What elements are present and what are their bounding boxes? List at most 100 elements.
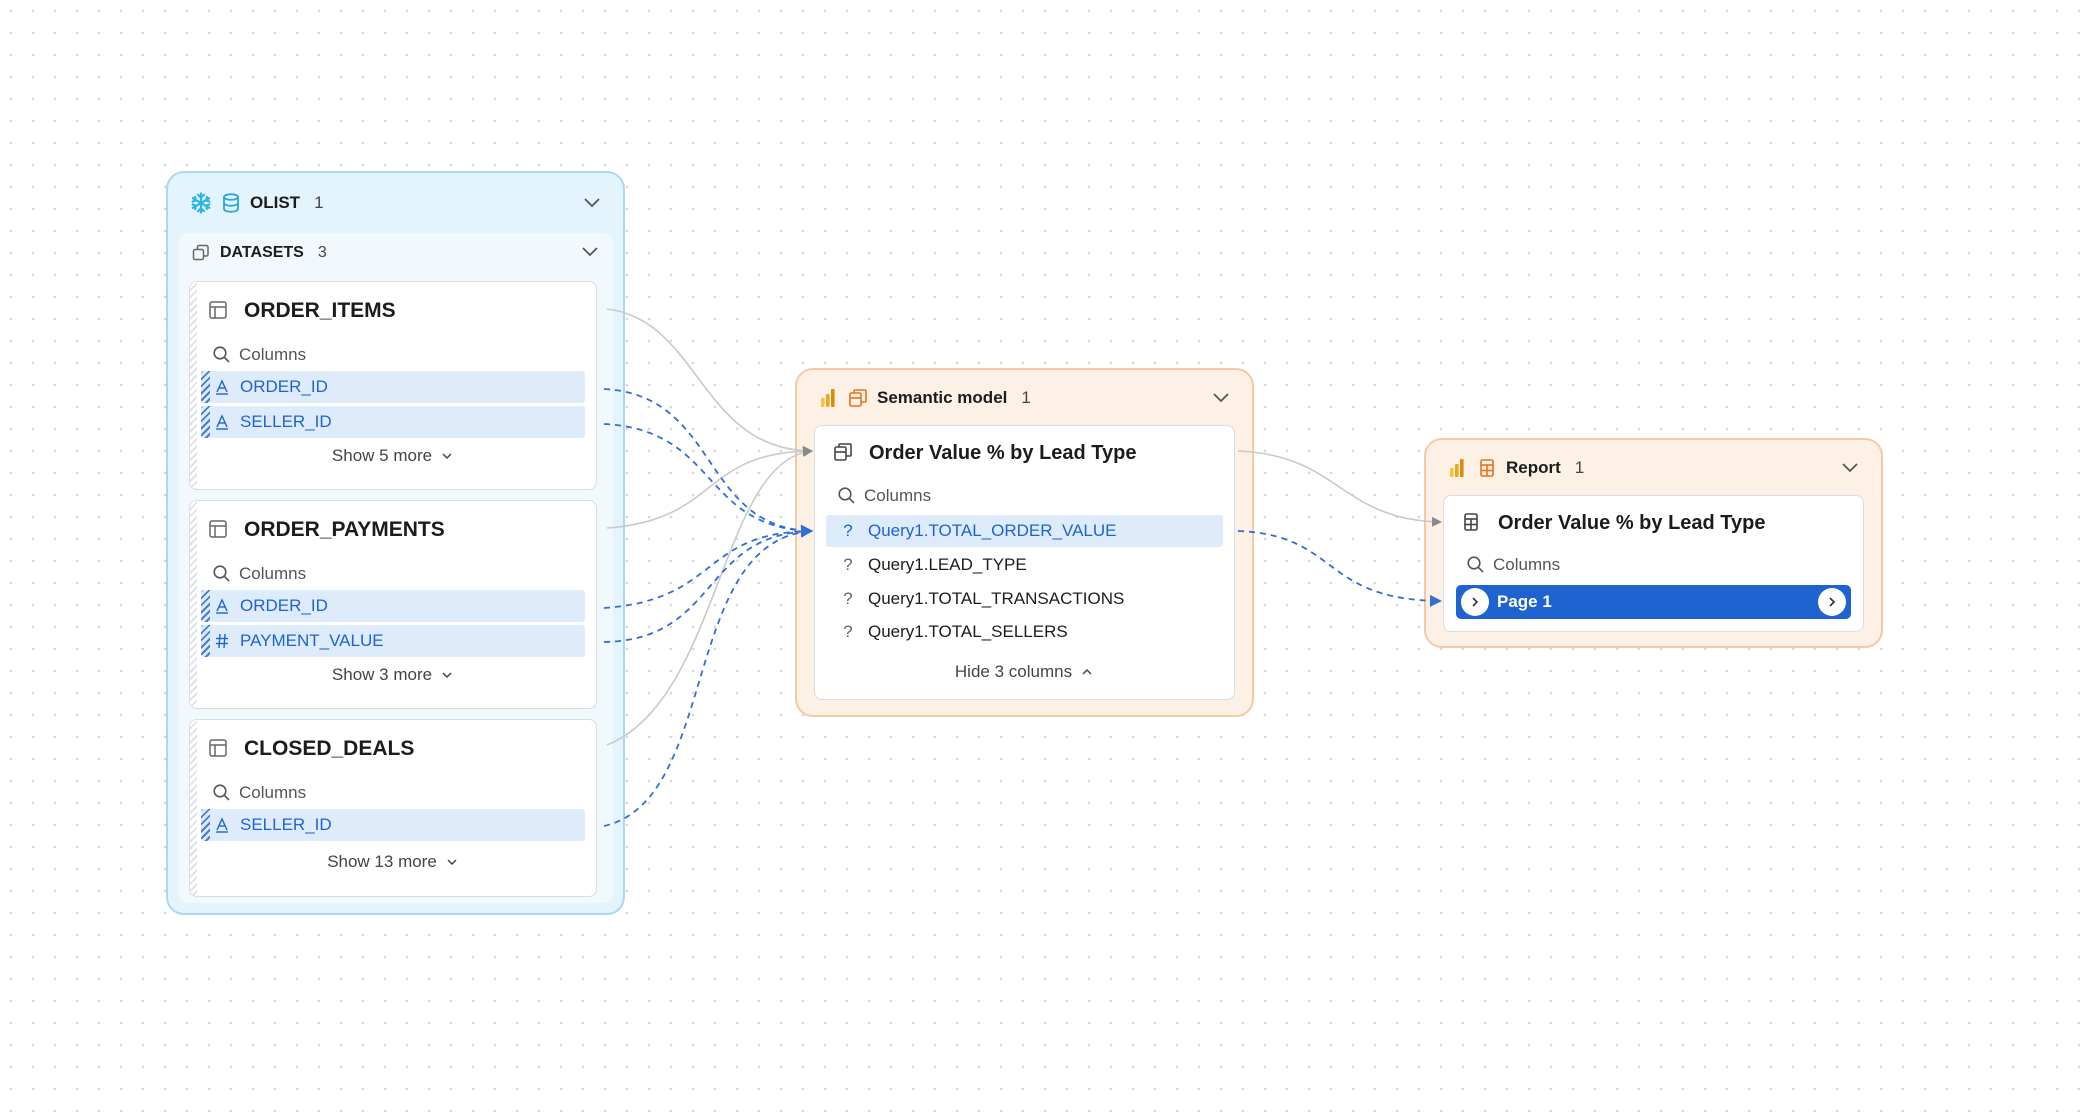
lineage-canvas[interactable]: OLIST 1 DATASETS 3 ORDER_ITEMS Columns O… [0, 0, 2084, 1117]
search-icon [212, 345, 232, 365]
unknown-type-icon: ? [843, 555, 853, 574]
edge-order-payments-to-semantic-model [606, 446, 813, 529]
edge-order-items-to-semantic-model [606, 308, 813, 456]
unknown-type-icon: ? [843, 521, 853, 540]
field-row-lead-type[interactable]: ? Query1.LEAD_TYPE [826, 549, 1223, 581]
database-icon [220, 192, 242, 214]
dataset-card-order-payments[interactable]: ORDER_PAYMENTS Columns ORDER_ID PAYMENT_… [189, 500, 597, 709]
semantic-model-title: Order Value % by Lead Type [833, 436, 1216, 470]
olist-group-header[interactable]: OLIST 1 [190, 187, 601, 219]
source-count: 1 [314, 193, 324, 212]
dataset-title: ORDER_PAYMENTS [208, 513, 578, 547]
dataset-card-order-items[interactable]: ORDER_ITEMS Columns ORDER_ID SELLER_ID S… [189, 281, 597, 490]
semantic-model-group[interactable]: Semantic model 1 Order Value % by Lead T… [795, 368, 1254, 717]
field-row-total-sellers[interactable]: ? Query1.TOTAL_SELLERS [826, 616, 1223, 648]
chevron-down-icon[interactable] [583, 193, 601, 213]
page-label: Page 1 [1497, 592, 1552, 611]
lineage-marker [201, 625, 210, 657]
dataset-title: CLOSED_DEALS [208, 732, 578, 766]
edge-payment-value-to-total-order-value [603, 525, 813, 643]
chevron-up-icon [1080, 667, 1094, 677]
column-row-seller-id[interactable]: SELLER_ID [201, 809, 585, 841]
column-row-order-id[interactable]: ORDER_ID [201, 590, 585, 622]
chevron-down-icon [440, 670, 454, 680]
chevron-down-icon[interactable] [1841, 458, 1859, 478]
lineage-marker [201, 406, 210, 438]
report-header[interactable]: Report 1 [1446, 452, 1859, 484]
column-search[interactable]: Columns [212, 779, 306, 807]
unknown-type-icon: ? [843, 589, 853, 608]
edge-semantic-model-to-report [1237, 450, 1442, 527]
search-icon [212, 564, 232, 584]
semantic-model-icon [833, 442, 855, 464]
report-card[interactable]: Order Value % by Lead Type Columns Page … [1443, 495, 1864, 632]
search-icon [1466, 555, 1486, 575]
chevron-down-icon [440, 451, 454, 461]
chevron-right-icon[interactable] [1818, 588, 1846, 616]
search-icon [837, 486, 857, 506]
column-search-placeholder: Columns [239, 345, 307, 364]
unknown-type-icon: ? [843, 622, 853, 641]
text-type-icon [214, 379, 230, 395]
column-search-placeholder: Columns [864, 486, 932, 505]
powerbi-icon [1446, 457, 1468, 479]
report-icon [1476, 457, 1498, 479]
hide-columns-button[interactable]: Hide 3 columns [815, 658, 1234, 686]
olist-source-group[interactable]: OLIST 1 DATASETS 3 ORDER_ITEMS Columns O… [166, 171, 625, 915]
table-icon [208, 300, 230, 322]
chevron-down-icon[interactable] [1212, 388, 1230, 408]
edge-payments-order-id-to-total-order-value [603, 525, 813, 609]
table-icon [208, 738, 230, 760]
semantic-model-header[interactable]: Semantic model 1 [817, 382, 1230, 414]
lineage-marker [201, 371, 210, 403]
datasets-stack-icon [190, 242, 212, 264]
column-search[interactable]: Columns [212, 341, 306, 369]
dataset-card-closed-deals[interactable]: CLOSED_DEALS Columns SELLER_ID Show 13 m… [189, 719, 597, 897]
chevron-down-icon [445, 857, 459, 867]
snowflake-icon [190, 192, 212, 214]
semantic-model-card[interactable]: Order Value % by Lead Type Columns ? Que… [814, 425, 1235, 700]
chevron-down-icon[interactable] [581, 244, 599, 262]
datasets-section: DATASETS 3 ORDER_ITEMS Columns ORDER_ID … [178, 233, 613, 903]
edge-closed-deals-seller-id-to-total-order-value [603, 525, 813, 827]
report-label: Report [1506, 458, 1561, 477]
show-more-button[interactable]: Show 13 more [190, 848, 596, 876]
edge-order-id-to-total-order-value [603, 388, 813, 537]
datasets-count: 3 [317, 244, 327, 261]
powerbi-icon [817, 387, 839, 409]
number-type-icon [214, 633, 230, 649]
text-type-icon [214, 598, 230, 614]
report-page-row[interactable]: Page 1 [1456, 585, 1851, 619]
lineage-marker [201, 809, 210, 841]
source-name: OLIST [250, 193, 301, 212]
table-icon [208, 519, 230, 541]
text-type-icon [214, 414, 230, 430]
semantic-model-icon [847, 387, 869, 409]
column-row-order-id[interactable]: ORDER_ID [201, 371, 585, 403]
edge-closed-deals-to-semantic-model [606, 446, 813, 746]
report-title: Order Value % by Lead Type [1462, 506, 1845, 540]
report-count: 1 [1574, 458, 1585, 477]
report-icon [1462, 512, 1484, 534]
dataset-title: ORDER_ITEMS [208, 294, 578, 328]
datasets-label: DATASETS [220, 244, 304, 261]
column-search-placeholder: Columns [239, 564, 307, 583]
column-search-placeholder: Columns [1493, 555, 1561, 574]
text-type-icon [214, 817, 230, 833]
datasets-header[interactable]: DATASETS 3 [190, 237, 599, 269]
column-search-placeholder: Columns [239, 783, 307, 802]
field-row-total-order-value[interactable]: ? Query1.TOTAL_ORDER_VALUE [826, 515, 1223, 547]
show-more-button[interactable]: Show 5 more [190, 442, 596, 470]
show-more-button[interactable]: Show 3 more [190, 661, 596, 689]
edge-total-order-value-to-page-1 [1237, 530, 1442, 607]
column-search[interactable]: Columns [1466, 551, 1560, 579]
column-search[interactable]: Columns [212, 560, 306, 588]
semantic-model-label: Semantic model [877, 388, 1008, 407]
chevron-right-icon[interactable] [1461, 588, 1489, 616]
report-group[interactable]: Report 1 Order Value % by Lead Type Colu… [1424, 438, 1883, 648]
column-row-payment-value[interactable]: PAYMENT_VALUE [201, 625, 585, 657]
lineage-marker [201, 590, 210, 622]
column-row-seller-id[interactable]: SELLER_ID [201, 406, 585, 438]
column-search[interactable]: Columns [837, 482, 931, 510]
field-row-total-transactions[interactable]: ? Query1.TOTAL_TRANSACTIONS [826, 583, 1223, 615]
